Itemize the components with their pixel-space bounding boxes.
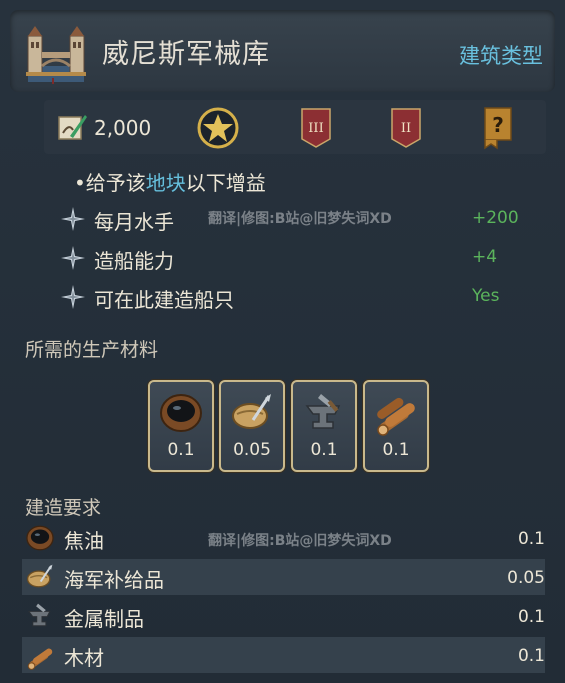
level-II-banner-icon[interactable]: II [384,106,428,150]
anvil-metal-icon [27,603,51,627]
question-scroll-icon[interactable]: ? [476,106,520,150]
page-title: 威尼斯军械库 [102,39,270,70]
header: 威尼斯军械库 建筑类型 [10,10,555,92]
requirements-title: 建造要求 [25,497,102,519]
material-card-metal[interactable]: 0.1 [291,380,357,472]
requirement-label: 木材 [64,646,104,670]
wood-logs-icon [27,648,53,670]
compass-star-icon [61,285,85,309]
bonus-value: +200 [472,208,519,228]
material-amount: 0.1 [167,440,195,460]
tar-bowl-icon [26,525,54,551]
requirement-value: 0.1 [517,607,545,627]
level-II-label: II [401,121,411,136]
requirement-label: 焦油 [64,529,104,553]
compass-star-icon [61,246,85,270]
requirement-label: 金属制品 [64,607,144,631]
material-card-naval-supplies[interactable]: 0.05 [219,380,285,472]
watermark-text: 翻译|修图:B站@旧梦失词XD [208,211,392,227]
province-link[interactable]: 地块 [146,171,186,195]
wood-logs-icon [377,397,415,436]
bonus-label: 每月水手 [94,210,174,234]
cost: 2,000 [56,112,151,144]
requirement-value: 0.1 [517,529,545,549]
building-tooltip-panel: 威尼斯军械库 建筑类型 2,000 III II ? •给予该地块以下增益 每月… [0,0,565,683]
materials-title: 所需的生产材料 [25,339,159,361]
requirement-row: 金属制品 0.1 [22,598,545,634]
requirement-row: 海军补给品 0.05 [22,559,545,595]
cost-value: 2,000 [94,116,152,140]
question-mark-label: ? [492,113,504,137]
watermark-text: 翻译|修图:B站@旧梦失词XD [208,533,392,549]
requirement-label: 海军补给品 [64,568,164,592]
bonus-label: 可在此建造船只 [94,288,234,312]
bonus-value: Yes [472,286,500,306]
naval-supplies-icon [232,394,271,429]
venetian-arsenal-building-icon [26,26,86,84]
naval-supplies-icon [26,564,53,588]
requirement-value: 0.1 [517,646,545,666]
quill-document-icon [58,115,87,140]
stats-row: 2,000 III II ? [44,100,546,154]
level-III-label: III [308,121,323,136]
bonus-value: +4 [472,247,498,267]
material-amount: 0.05 [233,440,271,460]
gold-star-icon[interactable] [196,106,240,150]
anvil-metal-icon [305,394,341,429]
building-type-link[interactable]: 建筑类型 [459,40,543,70]
material-amount: 0.1 [310,440,338,460]
requirement-value: 0.05 [507,568,545,588]
tar-bowl-icon [160,394,202,432]
bonus-row: 造船能力 +4 [60,243,530,275]
bonus-row: 可在此建造船只 Yes [60,282,530,314]
material-card-tar[interactable]: 0.1 [148,380,214,472]
material-amount: 0.1 [382,440,410,460]
bonus-label: 造船能力 [94,249,174,273]
bonus-heading: •给予该地块以下增益 [74,167,266,196]
bonus-heading-suffix: 以下增益 [185,171,266,195]
compass-star-icon [61,207,85,231]
requirement-row: 木材 0.1 [22,637,545,673]
level-III-banner-icon[interactable]: III [294,106,338,150]
material-card-wood[interactable]: 0.1 [363,380,429,472]
bonus-heading-prefix: •给予该 [74,171,146,195]
